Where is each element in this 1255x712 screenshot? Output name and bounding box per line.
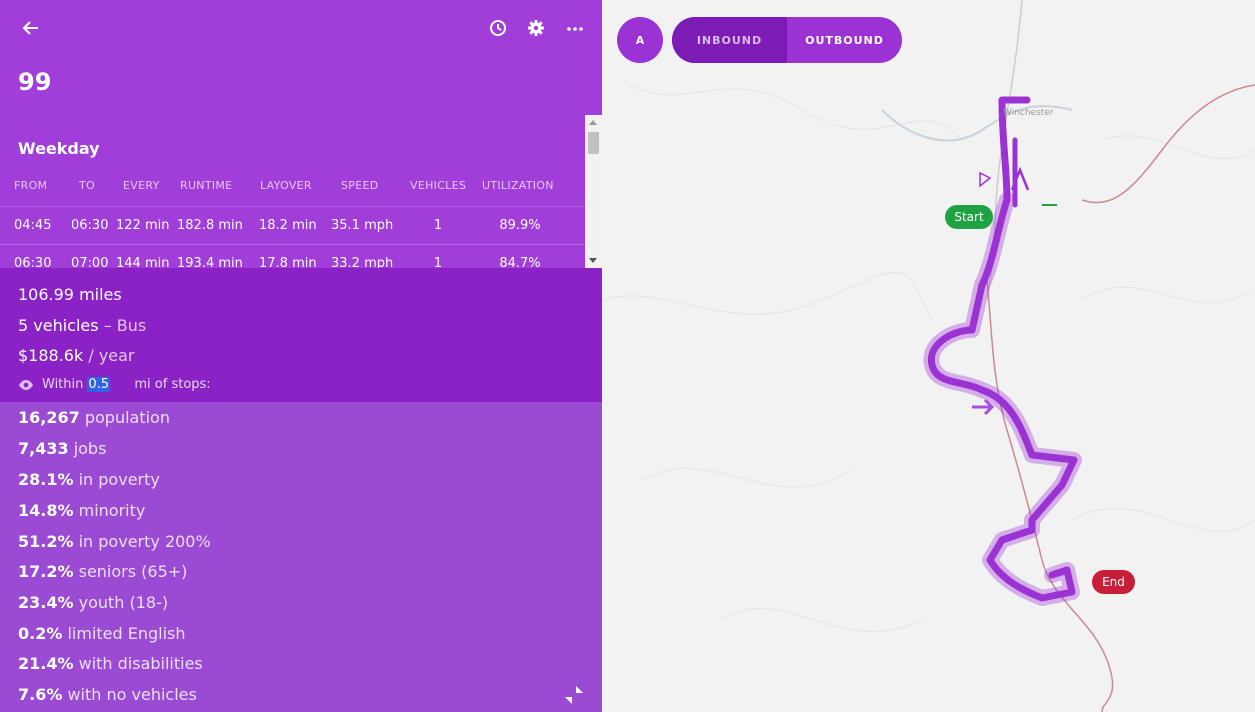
eye-icon xyxy=(19,379,33,390)
vehicles-cell: 1 xyxy=(433,217,443,233)
table-row[interactable]: 04:45 06:30 122 min 182.8 min 18.2 min 3… xyxy=(0,206,585,243)
schedule-table: FROM TO EVERY RUNTIME LAYOVER SPEED VEHI… xyxy=(0,172,585,268)
cost-value: $188.6k xyxy=(18,346,84,365)
table-row[interactable]: 06:30 07:00 144 min 193.4 min 17.8 min 3… xyxy=(0,244,585,268)
route-miles: 106.99 miles xyxy=(18,285,122,304)
demographic-item: 23.4% youth (18-) xyxy=(18,593,169,612)
scroll-down-arrow-icon[interactable] xyxy=(589,258,597,263)
utilization-cell: 84.7% xyxy=(499,255,541,269)
demographic-item: 16,267 population xyxy=(18,408,170,427)
clock-icon[interactable] xyxy=(485,15,511,41)
scroll-thumb[interactable] xyxy=(588,132,599,154)
column-header: VEHICLES xyxy=(410,178,467,192)
radius-suffix: mi of stops: xyxy=(134,377,211,392)
speed-cell: 33.2 mph xyxy=(331,255,394,269)
column-header: TO xyxy=(79,178,95,192)
route-title: 99 xyxy=(18,68,52,96)
inbound-button[interactable]: INBOUND xyxy=(672,17,787,63)
from-cell: 06:30 xyxy=(14,255,52,269)
column-header: FROM xyxy=(14,178,48,192)
table-scrollbar[interactable] xyxy=(585,115,602,268)
demographic-item: 0.2% limited English xyxy=(18,624,186,643)
outbound-button[interactable]: OUTBOUND xyxy=(787,17,902,63)
layover-cell: 18.2 min xyxy=(259,217,317,233)
every-cell: 122 min xyxy=(116,217,170,233)
route-vehicles: 5 vehicles – Bus xyxy=(18,316,146,335)
column-header: UTILIZATION xyxy=(482,178,554,192)
demographic-item: 17.2% seniors (65+) xyxy=(18,562,188,581)
column-header: RUNTIME xyxy=(180,178,233,192)
runtime-cell: 182.8 min xyxy=(177,217,243,233)
vehicles-count: 5 vehicles xyxy=(18,316,99,335)
to-cell: 06:30 xyxy=(71,217,109,233)
vehicles-cell: 1 xyxy=(433,255,443,269)
radius-control: Within 0.5 mi of stops: xyxy=(18,377,211,392)
column-header: EVERY xyxy=(123,178,160,192)
vehicles-mode: – Bus xyxy=(98,316,147,335)
back-arrow-icon[interactable] xyxy=(18,15,44,41)
direction-a-button[interactable]: A xyxy=(617,17,663,63)
demographics-list: 16,267 population 7,433 jobs 28.1% in po… xyxy=(0,402,602,712)
route-cost: $188.6k / year xyxy=(18,346,135,365)
more-icon[interactable] xyxy=(562,15,588,41)
route-summary: 106.99 miles 5 vehicles – Bus $188.6k / … xyxy=(0,268,602,402)
column-header: SPEED xyxy=(341,178,379,192)
speed-cell: 35.1 mph xyxy=(331,217,394,233)
end-marker[interactable]: End xyxy=(1092,570,1135,594)
scroll-up-arrow-icon[interactable] xyxy=(589,120,597,125)
layover-cell: 17.8 min xyxy=(259,255,317,269)
cost-unit: / year xyxy=(83,346,135,365)
from-cell: 04:45 xyxy=(14,217,52,233)
radius-input[interactable]: 0.5 xyxy=(87,377,111,392)
demographic-item: 7,433 jobs xyxy=(18,439,107,458)
runtime-cell: 193.4 min xyxy=(177,255,243,269)
table-header-row: FROM TO EVERY RUNTIME LAYOVER SPEED VEHI… xyxy=(0,172,585,198)
map-canvas[interactable] xyxy=(602,0,1255,712)
every-cell: 144 min xyxy=(116,255,170,269)
gear-icon[interactable] xyxy=(523,15,549,41)
town-label: Winchester xyxy=(1003,108,1054,118)
map-view[interactable] xyxy=(602,0,1255,712)
panel-header: 99 Weekday FROM TO EVERY RUNTIME LAYOVER… xyxy=(0,0,602,268)
demographic-item: 14.8% minority xyxy=(18,501,146,520)
collapse-icon[interactable] xyxy=(562,683,586,707)
demographic-item: 28.1% in poverty xyxy=(18,470,160,489)
route-panel: 99 Weekday FROM TO EVERY RUNTIME LAYOVER… xyxy=(0,0,602,712)
demographic-item: 51.2% in poverty 200% xyxy=(18,532,211,551)
start-marker[interactable]: Start xyxy=(945,205,993,229)
direction-toggle[interactable]: INBOUND OUTBOUND xyxy=(672,17,902,63)
demographic-item: 7.6% with no vehicles xyxy=(18,685,197,704)
to-cell: 07:00 xyxy=(71,255,109,269)
column-header: LAYOVER xyxy=(260,178,312,192)
demographic-item: 21.4% with disabilities xyxy=(18,654,203,673)
within-label: Within xyxy=(42,377,84,392)
utilization-cell: 89.9% xyxy=(499,217,541,233)
schedule-label: Weekday xyxy=(18,139,100,158)
